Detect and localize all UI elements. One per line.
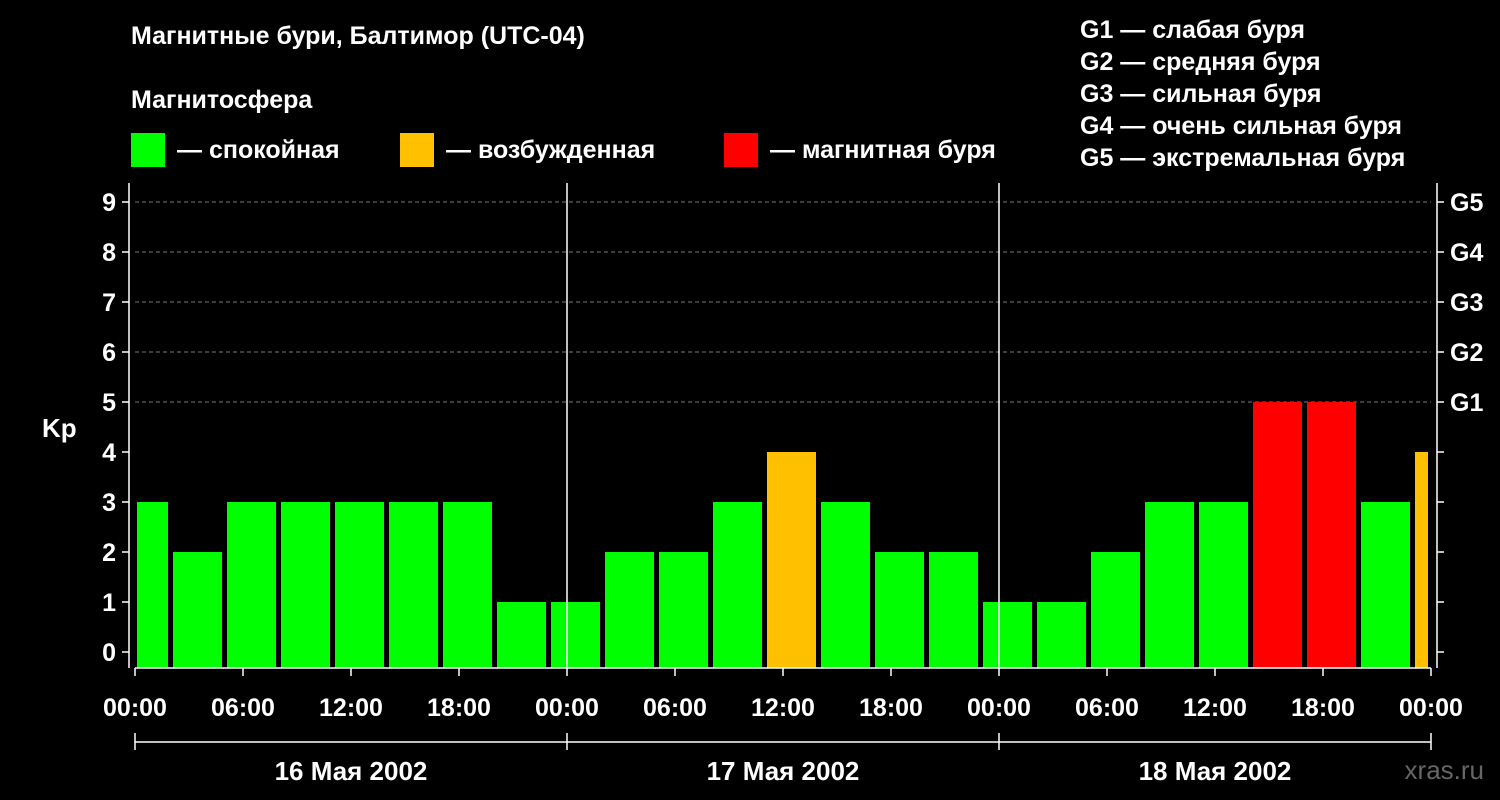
x-tick-label-7: 18:00 [859, 694, 923, 722]
kp-bar-0 [137, 502, 168, 668]
kp-bar-5 [389, 502, 438, 668]
x-tick-label-0: 00:00 [103, 694, 167, 722]
kp-bar-20 [1199, 502, 1248, 668]
kp-bar-10 [659, 552, 708, 668]
x-tick-label-4: 00:00 [535, 694, 599, 722]
kp-chart-page: Магнитные бури, Балтимор (UTC-04) Магнит… [0, 0, 1500, 800]
kp-bar-24 [1415, 452, 1428, 668]
g-scale-label-g2: G2 [1450, 339, 1483, 367]
kp-bar-12 [767, 452, 816, 668]
g-scale-label-g5: G5 [1450, 189, 1483, 217]
x-tick-label-5: 06:00 [643, 694, 707, 722]
day-label-2: 18 Мая 2002 [1139, 756, 1292, 786]
kp-bar-22 [1307, 402, 1356, 668]
kp-bar-18 [1091, 552, 1140, 668]
y-tick-label-7: 7 [102, 289, 116, 317]
x-tick-label-12: 00:00 [1399, 694, 1463, 722]
watermark: xras.ru [1404, 755, 1484, 785]
x-tick-label-9: 06:00 [1075, 694, 1139, 722]
x-tick-label-10: 12:00 [1183, 694, 1247, 722]
kp-bar-14 [875, 552, 924, 668]
y-tick-label-9: 9 [102, 189, 116, 217]
x-tick-label-11: 18:00 [1291, 694, 1355, 722]
x-tick-label-2: 12:00 [319, 694, 383, 722]
kp-bar-11 [713, 502, 762, 668]
kp-bar-19 [1145, 502, 1194, 668]
kp-bar-7 [497, 602, 546, 668]
kp-bar-21 [1253, 402, 1302, 668]
day-label-1: 17 Мая 2002 [707, 756, 860, 786]
y-tick-label-6: 6 [102, 339, 116, 367]
x-tick-label-6: 12:00 [751, 694, 815, 722]
kp-bar-3 [281, 502, 330, 668]
x-tick-label-8: 00:00 [967, 694, 1031, 722]
y-tick-label-1: 1 [102, 589, 116, 617]
kp-bar-chart: 0 1 2 3 4 5 6 7 8 9 G1 G2 G3 G4 G5 Kp 00:00 06:00 12:00 18:… [42, 183, 1483, 786]
y-tick-label-3: 3 [102, 489, 116, 517]
kp-bar-1 [173, 552, 222, 668]
kp-bar-6 [443, 502, 492, 668]
kp-bar-17 [1037, 602, 1086, 668]
kp-bar-4 [335, 502, 384, 668]
day-label-0: 16 Мая 2002 [275, 756, 428, 786]
y-axis-title: Kp [42, 413, 77, 443]
y-tick-label-4: 4 [102, 439, 116, 467]
g-scale-label-g4: G4 [1450, 239, 1483, 267]
kp-bar-9 [605, 552, 654, 668]
kp-bar-15 [929, 552, 978, 668]
y-tick-label-5: 5 [102, 389, 116, 417]
y-tick-label-8: 8 [102, 239, 116, 267]
x-tick-label-1: 06:00 [211, 694, 275, 722]
g-scale-label-g1: G1 [1450, 389, 1483, 417]
y-tick-label-0: 0 [102, 639, 116, 667]
y-tick-label-2: 2 [102, 539, 116, 567]
kp-bar-8 [551, 602, 600, 668]
kp-bar-2 [227, 502, 276, 668]
kp-bar-16 [983, 602, 1032, 668]
kp-bar-13 [821, 502, 870, 668]
g-scale-label-g3: G3 [1450, 289, 1483, 317]
x-tick-label-3: 18:00 [427, 694, 491, 722]
kp-bar-23 [1361, 502, 1410, 668]
